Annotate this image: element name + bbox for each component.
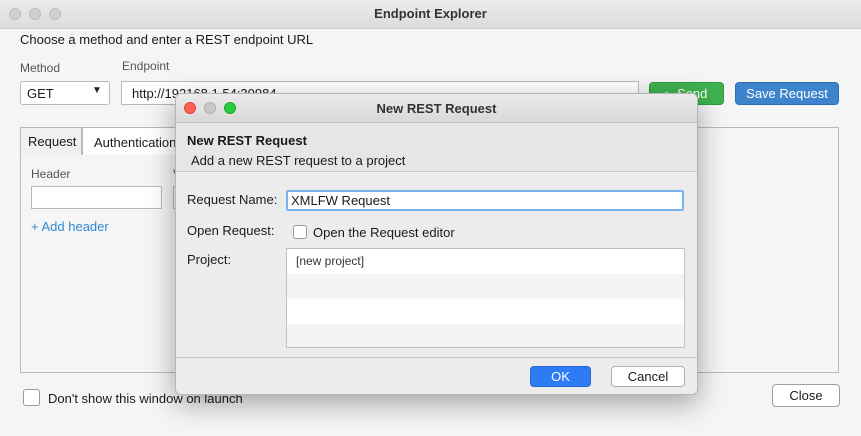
list-row-empty [287,299,684,324]
header-column-label: Header [31,167,71,181]
window-titlebar: Endpoint Explorer [0,0,861,29]
ok-button[interactable]: OK [530,366,591,387]
dont-show-checkbox[interactable] [23,389,40,406]
dialog-header: New REST Request Add a new REST request … [176,123,697,172]
tab-authentication[interactable]: Authentication [82,127,182,155]
instruction-text: Choose a method and enter a REST endpoin… [20,32,314,47]
dialog-header-subtitle: Add a new REST request to a project [191,153,406,168]
open-editor-checkbox[interactable] [293,225,307,239]
tab-request[interactable]: Request [20,127,82,155]
project-list[interactable]: [new project] [286,248,685,348]
project-label: Project: [187,252,232,267]
new-rest-request-dialog: New REST Request New REST Request Add a … [175,93,698,395]
request-name-value: XMLFW Request [291,193,390,208]
list-row-empty [287,324,684,347]
close-button[interactable]: Close [772,384,840,407]
tab-authentication-label: Authentication [94,135,177,150]
list-item[interactable]: [new project] [287,249,684,274]
project-list-item-label: [new project] [296,254,365,268]
dialog-header-title: New REST Request [187,133,307,148]
open-editor-label: Open the Request editor [313,225,455,240]
dialog-footer: OK Cancel [176,357,697,394]
method-select[interactable]: GET ▼ [20,81,110,105]
add-header-link[interactable]: + Add header [31,219,109,234]
header-name-input[interactable] [31,186,162,209]
method-label: Method [20,61,61,75]
method-select-value: GET [27,86,54,101]
open-request-label: Open Request: [187,223,275,238]
request-name-input[interactable]: XMLFW Request [286,190,684,211]
save-request-button[interactable]: Save Request [735,82,839,105]
cancel-button[interactable]: Cancel [611,366,685,387]
window-title: Endpoint Explorer [374,6,487,21]
dialog-titlebar: New REST Request [176,94,697,123]
endpoint-label: Endpoint [122,59,170,73]
dialog-title: New REST Request [376,101,497,116]
request-name-label: Request Name: [187,192,278,207]
dialog-body: Request Name: XMLFW Request Open Request… [176,172,697,357]
chevron-down-icon: ▼ [92,85,102,96]
list-row-empty [287,274,684,299]
tab-request-label: Request [28,134,77,149]
